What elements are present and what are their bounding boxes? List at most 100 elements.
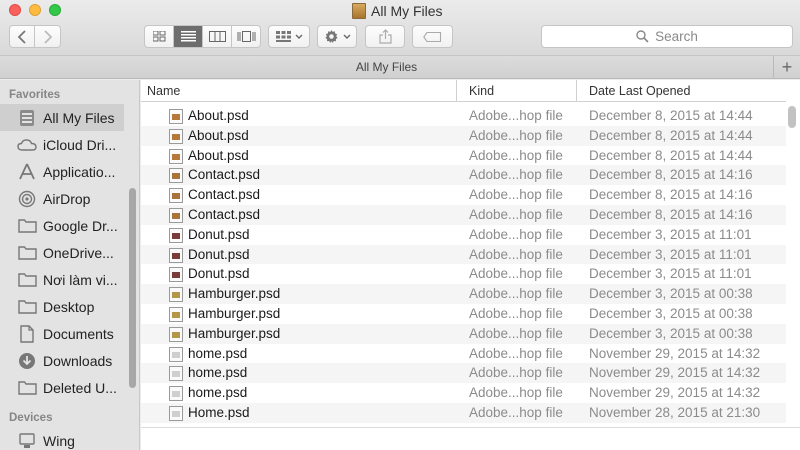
file-name: About.psd	[188, 108, 249, 123]
folder-icon	[17, 216, 37, 236]
cover-flow-view-button[interactable]	[232, 26, 260, 47]
edit-tags-button[interactable]	[412, 25, 453, 48]
icon-view-button[interactable]	[145, 26, 174, 47]
file-name: Hamburger.psd	[188, 286, 281, 302]
folder-icon	[17, 243, 37, 263]
file-row[interactable]: Donut.psd Adobe...hop file December 3, 201…	[141, 225, 786, 245]
file-date-last-opened: November 29, 2015 at 14:32	[589, 385, 761, 401]
sidebar-item-onedrive[interactable]: OneDrive...	[0, 239, 127, 266]
file-row[interactable]: Hamburger.psd Adobe...hop file December 3,…	[141, 284, 786, 304]
psd-file-icon	[169, 128, 183, 144]
sidebar-item-label: Desktop	[43, 298, 95, 315]
sidebar-item-icloud-dri[interactable]: iCloud Dri...	[0, 131, 127, 158]
tab-all-my-files[interactable]: All My Files	[0, 60, 773, 74]
sidebar-item-google-dr[interactable]: Google Dr...	[0, 212, 127, 239]
sidebar-item-all-my-files[interactable]: All My Files	[0, 104, 124, 131]
file-kind: Adobe...hop file	[469, 167, 563, 183]
file-row[interactable]: About.psd Adobe...hop file December 8, 201…	[141, 125, 786, 146]
psd-file-icon	[169, 267, 183, 283]
column-header-kind[interactable]: Kind	[463, 80, 577, 102]
zoom-window-button[interactable]	[49, 4, 61, 16]
file-kind: Adobe...hop file	[469, 127, 563, 143]
sidebar-item-airdrop[interactable]: AirDrop	[0, 185, 127, 212]
favorites-header: Favorites	[9, 89, 61, 101]
file-row[interactable]: Home.psd Adobe...hop file November 28, 201…	[141, 402, 786, 423]
sidebar-item-label: Google Dr...	[43, 217, 118, 234]
file-list-scrollbar[interactable]	[788, 106, 796, 128]
column-header-row: Name Kind Date Last Opened	[141, 80, 786, 102]
file-row[interactable]: home.psd Adobe...hop file November 29, 201…	[141, 363, 786, 384]
sidebar-item-deleted-u[interactable]: Deleted U...	[0, 374, 127, 401]
forward-button[interactable]	[35, 26, 60, 47]
file-name: Donut.psd	[188, 266, 250, 282]
close-window-button[interactable]	[9, 4, 21, 16]
file-row[interactable]: Donut.psd Adobe...hop file December 3, 201…	[141, 264, 786, 284]
file-row[interactable]: About.psd Adobe...hop file December 8, 201…	[141, 106, 786, 126]
minimize-window-button[interactable]	[29, 4, 41, 16]
column-header-name[interactable]: Name	[141, 80, 457, 102]
new-tab-button[interactable]: +	[773, 56, 800, 78]
downloads-icon	[17, 351, 37, 371]
psd-file-icon	[169, 188, 183, 204]
list-view-button[interactable]	[174, 26, 203, 47]
file-row[interactable]: Hamburger.psd Adobe...hop file December 3,…	[141, 323, 786, 344]
psd-file-icon	[169, 386, 183, 402]
file-date-last-opened: December 3, 2015 at 00:38	[589, 305, 753, 321]
column-header-date[interactable]: Date Last Opened	[583, 80, 786, 102]
file-name: Home.psd	[188, 404, 250, 420]
column-view-button[interactable]	[203, 26, 232, 47]
file-name: home.psd	[188, 385, 248, 401]
file-row[interactable]: home.psd Adobe...hop file November 29, 201…	[141, 344, 786, 364]
file-date-last-opened: December 3, 2015 at 00:38	[589, 325, 753, 341]
sidebar-item-label: Nơi làm vi...	[43, 271, 118, 288]
arrange-button[interactable]	[268, 25, 310, 48]
grid-icon	[152, 31, 165, 42]
search-placeholder: Search	[655, 29, 698, 44]
share-button[interactable]	[365, 25, 405, 48]
sidebar-item-desktop[interactable]: Desktop	[0, 293, 127, 320]
sidebar-item-documents[interactable]: Documents	[0, 320, 127, 347]
file-date-last-opened: December 8, 2015 at 14:16	[589, 187, 753, 203]
sidebar-item-label: Documents	[43, 325, 114, 342]
file-date-last-opened: December 8, 2015 at 14:16	[589, 206, 753, 222]
sidebar-item-label: Applicatio...	[43, 163, 116, 180]
sidebar-scrollbar[interactable]	[129, 188, 136, 388]
sidebar-item-device[interactable]: Wing	[0, 427, 127, 450]
list-icon	[180, 31, 196, 42]
devices-header: Devices	[9, 412, 53, 424]
file-kind: Adobe...hop file	[469, 325, 563, 341]
psd-file-icon	[169, 148, 183, 164]
file-row[interactable]: Contact.psd Adobe...hop file December 8, 2…	[141, 204, 786, 225]
sidebar-item-applicatio[interactable]: Applicatio...	[0, 158, 127, 185]
navigation-buttons	[9, 25, 61, 48]
psd-file-icon	[169, 247, 183, 263]
file-date-last-opened: December 8, 2015 at 14:44	[589, 108, 753, 123]
file-name: Contact.psd	[188, 187, 261, 203]
file-row[interactable]: Contact.psd Adobe...hop file December 8, 2…	[141, 165, 786, 186]
action-button[interactable]	[317, 25, 357, 48]
psd-file-icon	[169, 227, 183, 243]
sidebar-item-n-i-l-m-vi[interactable]: Nơi làm vi...	[0, 266, 127, 293]
back-button[interactable]	[10, 26, 36, 47]
file-kind: Adobe...hop file	[469, 147, 563, 163]
psd-file-icon	[169, 326, 183, 342]
all-files-icon	[17, 108, 37, 128]
file-row[interactable]: home.psd Adobe...hop file November 29, 201…	[141, 383, 786, 403]
file-row[interactable]: About.psd Adobe...hop file December 8, 201…	[141, 146, 786, 166]
file-name: Contact.psd	[188, 206, 261, 222]
psd-file-icon	[169, 346, 183, 362]
arrange-grid-icon	[275, 31, 291, 42]
cover-flow-icon	[237, 31, 255, 42]
file-row[interactable]: Hamburger.psd Adobe...hop file December 3,…	[141, 304, 786, 324]
computer-icon	[17, 431, 37, 450]
search-icon	[636, 30, 649, 43]
file-date-last-opened: December 8, 2015 at 14:44	[589, 127, 753, 143]
sidebar-item-downloads[interactable]: Downloads	[0, 347, 127, 374]
file-name: Donut.psd	[188, 246, 250, 262]
file-row[interactable]: Donut.psd Adobe...hop file December 3, 201…	[141, 244, 786, 265]
file-kind: Adobe...hop file	[469, 365, 563, 381]
file-name: About.psd	[188, 147, 249, 163]
file-row[interactable]: Contact.psd Adobe...hop file December 8, 2…	[141, 185, 786, 205]
search-field[interactable]: Search	[541, 25, 793, 48]
window-title-text: All My Files	[371, 3, 443, 19]
